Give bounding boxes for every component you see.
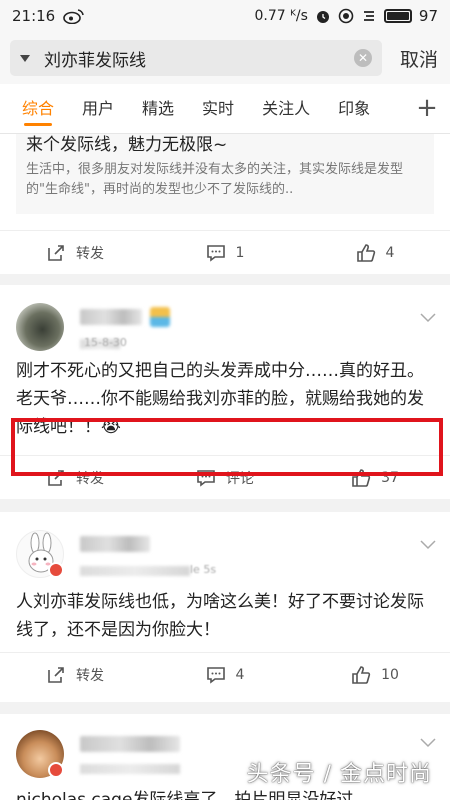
alarm-icon <box>316 11 329 23</box>
comment-button[interactable]: 1 <box>150 231 300 274</box>
comment-count: 4 <box>235 666 245 683</box>
cancel-button[interactable]: 取消 <box>400 45 440 72</box>
search-tabs: 综合 用户 精选 实时 关注人 印象 + <box>0 84 450 134</box>
post-time <box>80 764 180 774</box>
feed-card: le 5s 人刘亦菲发际线也低，为啥这么美！好了不要讨论发际线了，还不是因为你脸… <box>0 512 450 702</box>
tab-all[interactable]: 综合 <box>22 84 54 133</box>
add-tab-button[interactable]: + <box>404 84 450 133</box>
like-count: 10 <box>381 666 399 683</box>
battery-icon <box>383 9 412 23</box>
verified-badge-icon <box>48 562 64 578</box>
tab-featured[interactable]: 精选 <box>142 84 174 133</box>
post-actions: 转发 1 4 <box>0 230 450 274</box>
article-preview[interactable]: 来个发际线，魅力无极限~ 生活中，很多朋友对发际线并没有太多的关注，其实发际线是… <box>16 134 434 214</box>
tab-realtime[interactable]: 实时 <box>202 84 234 133</box>
battery-level: 97 <box>418 7 438 25</box>
user-badge-icon <box>150 307 170 327</box>
comment-count: 1 <box>235 244 245 261</box>
search-bar: 刘亦菲发际线 ✕ 取消 <box>0 32 450 84</box>
post-meta: 15-8-30 <box>84 336 127 349</box>
dropdown-caret-icon[interactable] <box>20 54 30 62</box>
repost-button[interactable]: 转发 <box>0 231 150 274</box>
article-title: 来个发际线，魅力无极限~ <box>26 135 228 155</box>
comment-icon <box>206 666 225 684</box>
repost-icon <box>48 244 64 261</box>
search-query[interactable]: 刘亦菲发际线 <box>44 46 354 71</box>
like-count: 4 <box>385 244 395 261</box>
clear-icon[interactable]: ✕ <box>354 49 372 67</box>
feed-card: 来个发际线，魅力无极限~ 生活中，很多朋友对发际线并没有太多的关注，其实发际线是… <box>0 134 450 274</box>
like-icon <box>356 243 375 262</box>
network-speed: 0.77 ᴷ/s <box>254 8 308 24</box>
verified-badge-icon <box>48 762 64 778</box>
post-actions: 转发 4 10 <box>0 652 450 696</box>
record-icon <box>338 8 354 24</box>
user-name[interactable] <box>80 309 142 325</box>
repost-label: 转发 <box>76 667 104 684</box>
post-text: 人刘亦菲发际线也低，为啥这么美！好了不要讨论发际线了，还不是因为你脸大！ <box>16 592 424 640</box>
repost-label: 转发 <box>76 245 104 262</box>
post-text: nicholas cage发际线高了，拍片明显没好过 <box>16 790 354 800</box>
post-meta: le 5s <box>190 563 217 576</box>
chevron-down-icon[interactable] <box>420 313 436 323</box>
comment-button[interactable]: 4 <box>150 653 300 696</box>
search-input[interactable]: 刘亦菲发际线 ✕ <box>10 40 382 76</box>
tab-users[interactable]: 用户 <box>82 84 114 133</box>
status-bar: 21:16 0.77 ᴷ/s 97 <box>0 0 450 32</box>
chevron-down-icon[interactable] <box>420 540 436 550</box>
weibo-icon <box>63 9 85 24</box>
user-name[interactable] <box>80 736 180 752</box>
article-summary: 生活中，很多朋友对发际线并没有太多的关注，其实发际线是发型的"生命线"，再时尚的… <box>26 162 404 197</box>
comment-icon <box>206 244 225 262</box>
repost-button[interactable]: 转发 <box>0 653 150 696</box>
avatar[interactable] <box>16 303 64 351</box>
post-time <box>80 566 190 576</box>
watermark: 头条号 / 金点时尚 <box>246 762 432 787</box>
user-name[interactable] <box>80 536 150 552</box>
chevron-down-icon[interactable] <box>420 738 436 748</box>
like-icon <box>352 665 371 684</box>
repost-icon <box>48 666 64 683</box>
tab-impression[interactable]: 印象 <box>338 84 370 133</box>
status-time: 21:16 <box>12 7 56 25</box>
signal-icon <box>363 11 374 21</box>
tab-following[interactable]: 关注人 <box>262 84 310 133</box>
like-button[interactable]: 4 <box>300 231 450 274</box>
like-button[interactable]: 10 <box>300 653 450 696</box>
highlight-box <box>11 418 443 476</box>
